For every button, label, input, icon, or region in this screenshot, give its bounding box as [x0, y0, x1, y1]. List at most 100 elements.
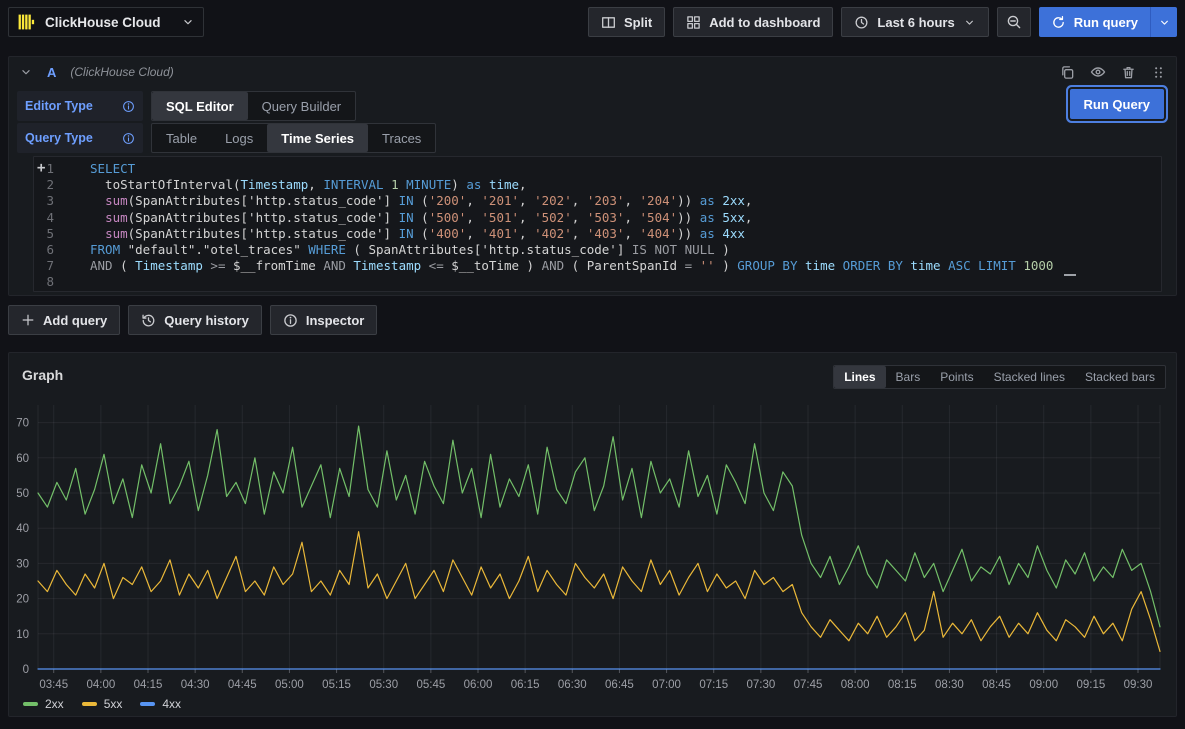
chevron-down-icon [181, 15, 195, 29]
query-history-button[interactable]: Query history [128, 305, 262, 335]
y-axis-tick-label: 40 [16, 523, 29, 535]
line-number: 7 [34, 258, 54, 274]
inspector-button[interactable]: Inspector [270, 305, 378, 335]
line-number-gutter: 12345678 [34, 161, 54, 291]
legend-item-5xx[interactable]: 5xx [82, 697, 123, 711]
sql-line-1[interactable]: SELECT [90, 161, 1157, 177]
clickhouse-logo-icon [17, 12, 37, 32]
chart-legend: 2xx 5xx 4xx [23, 697, 181, 711]
delete-query-trash-icon[interactable] [1121, 65, 1136, 80]
refresh-icon [1051, 15, 1066, 30]
zoom-out-time-button[interactable] [997, 7, 1031, 37]
chevron-down-icon [1158, 16, 1171, 29]
info-icon[interactable] [122, 100, 135, 113]
editor-type-segmented-control: SQL EditorQuery Builder [151, 91, 356, 121]
query-type-option-traces[interactable]: Traces [368, 124, 435, 152]
graph-mode-option-bars[interactable]: Bars [886, 366, 931, 388]
x-axis-tick-label: 07:30 [746, 679, 775, 691]
info-icon[interactable] [122, 132, 135, 145]
datasource-picker[interactable]: ClickHouse Cloud [8, 7, 204, 37]
duplicate-query-icon[interactable] [1060, 65, 1075, 80]
x-axis-tick-label: 06:00 [464, 679, 493, 691]
line-number: 4 [34, 210, 54, 226]
query-editor-panel: A (ClickHouse Cloud) [8, 56, 1177, 296]
run-query-label: Run query [1074, 15, 1138, 30]
legend-item-2xx[interactable]: 2xx [23, 697, 64, 711]
line-number: 6 [34, 242, 54, 258]
series-2xx-line [38, 426, 1160, 627]
dashboard-grid-icon [686, 15, 701, 30]
zoom-out-icon [1006, 14, 1022, 30]
sql-line-7[interactable]: AND ( Timestamp >= $__fromTime AND Times… [90, 258, 1157, 274]
sql-code-lines: SELECT toStartOfInterval(Timestamp, INTE… [90, 161, 1157, 291]
x-axis-tick-label: 05:30 [369, 679, 398, 691]
add-query-button[interactable]: Add query [8, 305, 120, 335]
x-axis-tick-label: 08:00 [841, 679, 870, 691]
sql-code-editor[interactable]: + 12345678 SELECT toStartOfInterval(Time… [33, 156, 1162, 292]
sql-line-2[interactable]: toStartOfInterval(Timestamp, INTERVAL 1 … [90, 177, 1157, 193]
run-query-split-button: Run query [1039, 7, 1177, 37]
time-series-chart[interactable]: 01020304050607003:4504:0004:1504:3004:45… [9, 397, 1176, 697]
query-header-actions [1060, 64, 1166, 80]
line-number: 3 [34, 193, 54, 209]
line-number: 8 [34, 274, 54, 290]
x-axis-tick-label: 07:15 [699, 679, 728, 691]
editor-type-label-text: Editor Type [25, 99, 93, 113]
graph-mode-option-lines[interactable]: Lines [834, 366, 885, 388]
query-history-label: Query history [164, 313, 249, 328]
x-axis-tick-label: 09:00 [1029, 679, 1058, 691]
editor-type-option-sql-editor[interactable]: SQL Editor [152, 92, 248, 120]
drag-handle-icon[interactable] [1151, 65, 1166, 80]
info-circle-icon [283, 313, 298, 328]
x-axis-tick-label: 04:30 [181, 679, 210, 691]
graph-mode-option-stacked-bars[interactable]: Stacked bars [1075, 366, 1165, 388]
sql-line-4[interactable]: sum(SpanAttributes['http.status_code'] I… [90, 210, 1157, 226]
x-axis-tick-label: 09:30 [1124, 679, 1153, 691]
x-axis-tick-label: 08:45 [982, 679, 1011, 691]
split-button[interactable]: Split [588, 7, 665, 37]
y-axis-tick-label: 30 [16, 558, 29, 570]
query-type-option-table[interactable]: Table [152, 124, 211, 152]
plus-icon [21, 313, 35, 327]
legend-label-4xx: 4xx [162, 697, 181, 711]
query-type-option-time-series[interactable]: Time Series [267, 124, 368, 152]
collapse-chevron-icon[interactable] [19, 65, 33, 79]
inspector-label: Inspector [306, 313, 365, 328]
chevron-down-icon [963, 16, 976, 29]
editor-type-option-query-builder[interactable]: Query Builder [248, 92, 355, 120]
x-axis-tick-label: 06:30 [558, 679, 587, 691]
x-axis-tick-label: 06:15 [511, 679, 540, 691]
sql-line-5[interactable]: sum(SpanAttributes['http.status_code'] I… [90, 226, 1157, 242]
graph-panel-title: Graph [22, 367, 63, 383]
x-axis-tick-label: 05:00 [275, 679, 304, 691]
run-query-button[interactable]: Run query [1039, 7, 1151, 37]
y-axis-tick-label: 50 [16, 488, 29, 500]
datasource-name: ClickHouse Cloud [45, 15, 173, 30]
hide-response-eye-icon[interactable] [1090, 64, 1106, 80]
sql-line-6[interactable]: FROM "default"."otel_traces" WHERE ( Spa… [90, 242, 1157, 258]
graph-mode-option-points[interactable]: Points [930, 366, 983, 388]
query-type-row: Query Type TableLogsTime SeriesTraces [17, 123, 436, 153]
run-query-dropdown-caret[interactable] [1151, 7, 1177, 37]
query-type-option-logs[interactable]: Logs [211, 124, 267, 152]
x-axis-tick-label: 08:30 [935, 679, 964, 691]
sql-line-3[interactable]: sum(SpanAttributes['http.status_code'] I… [90, 193, 1157, 209]
y-axis-tick-label: 0 [23, 664, 29, 676]
graph-mode-option-stacked-lines[interactable]: Stacked lines [984, 366, 1075, 388]
query-type-label: Query Type [17, 123, 143, 153]
query-ref-id: A [47, 65, 56, 80]
editor-cursor [1064, 274, 1076, 276]
legend-item-4xx[interactable]: 4xx [140, 697, 181, 711]
x-axis-tick-label: 07:00 [652, 679, 681, 691]
add-to-dashboard-label: Add to dashboard [709, 15, 820, 30]
y-axis-tick-label: 70 [16, 418, 29, 430]
query-type-segmented-control: TableLogsTime SeriesTraces [151, 123, 436, 153]
line-number: 5 [34, 226, 54, 242]
run-query-panel-button[interactable]: Run Query [1070, 89, 1164, 119]
add-to-dashboard-button[interactable]: Add to dashboard [673, 7, 833, 37]
graph-style-radio-group: LinesBarsPointsStacked linesStacked bars [833, 365, 1166, 389]
time-range-picker[interactable]: Last 6 hours [841, 7, 988, 37]
legend-swatch-5xx [82, 702, 97, 706]
sql-line-8[interactable] [90, 274, 1157, 290]
y-axis-tick-label: 60 [16, 453, 29, 465]
